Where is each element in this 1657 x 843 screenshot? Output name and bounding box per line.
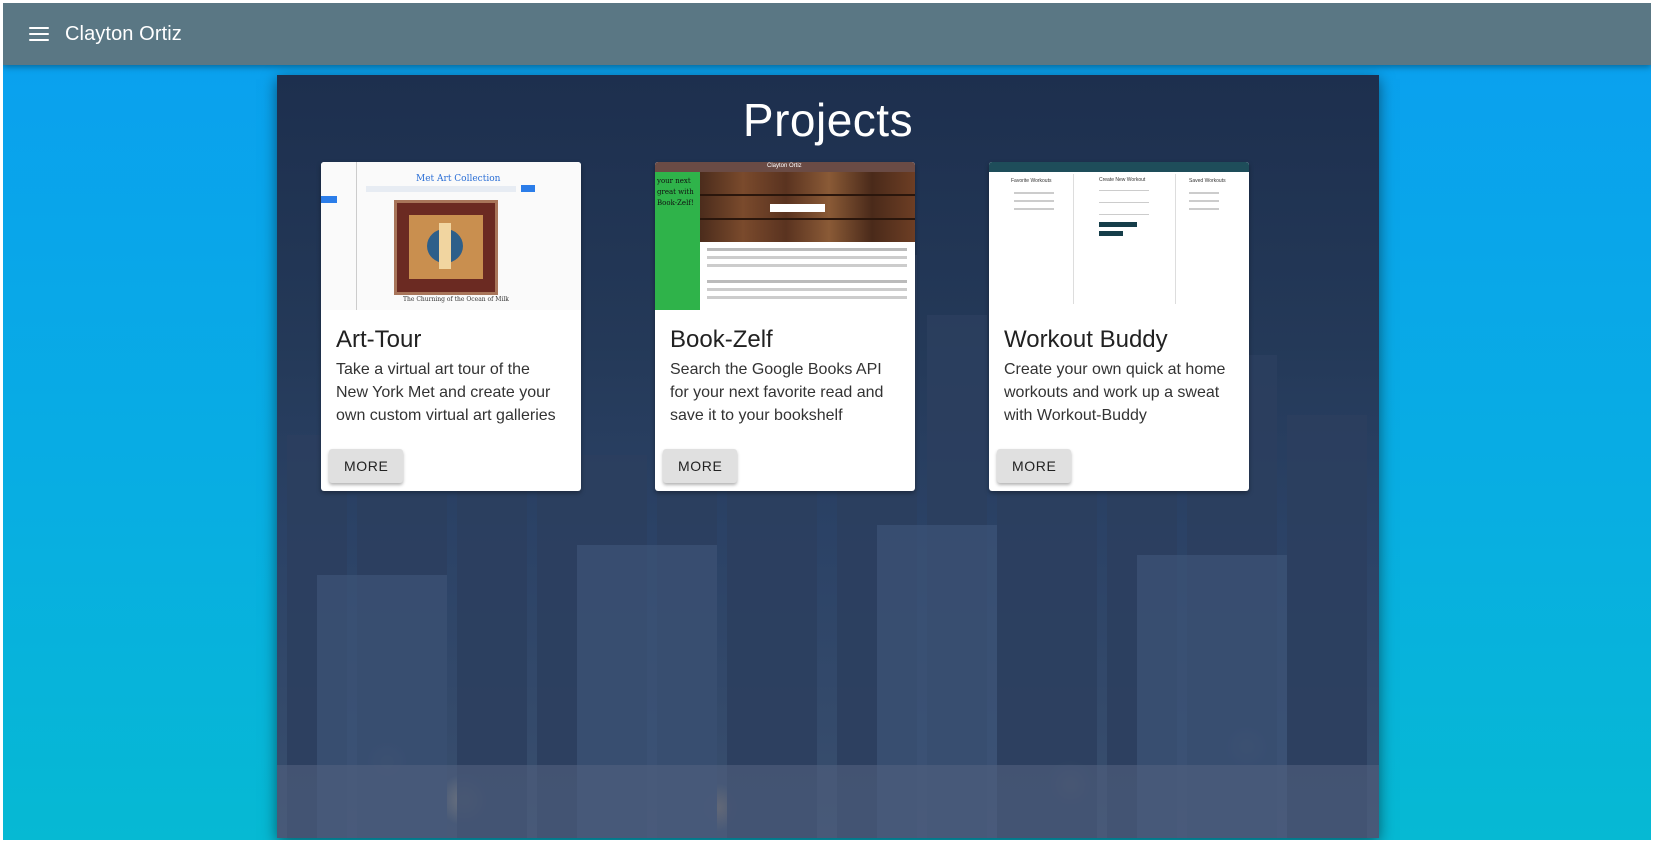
thumb-col3: Saved Workouts (1189, 178, 1226, 184)
menu-icon[interactable] (19, 14, 59, 54)
card-title: Workout Buddy (1004, 326, 1168, 353)
card-title: Book-Zelf (670, 326, 773, 353)
app-title: Clayton Ortiz (65, 22, 182, 45)
thumb-col2: Create New Workout (1099, 177, 1146, 183)
thumb-col1: Favorite Workouts (1011, 178, 1052, 184)
page-background: Clayton Ortiz Projects Met Art Collectio… (3, 3, 1651, 840)
card-description: Search the Google Books API for your nex… (670, 361, 884, 424)
book-zelf-screenshot: Clayton Ortiz your next great with Book-… (655, 162, 915, 310)
thumb-banner: your next great with Book-Zelf! (657, 177, 694, 207)
card-description: Take a virtual art tour of the New York … (336, 361, 556, 424)
projects-panel: Projects Met Art Collection The Churning… (277, 75, 1379, 838)
app-bar: Clayton Ortiz (3, 3, 1651, 65)
more-button-art-tour[interactable]: MORE (329, 449, 404, 483)
more-button-workout-buddy[interactable]: MORE (997, 449, 1072, 483)
art-tour-screenshot: Met Art Collection The Churning of the O… (321, 162, 581, 310)
workout-buddy-screenshot: Favorite Workouts Create New Workout Sav… (989, 162, 1249, 310)
card-description: Create your own quick at home workouts a… (1004, 361, 1226, 424)
project-card-workout-buddy: Favorite Workouts Create New Workout Sav… (989, 162, 1249, 491)
project-cards: Met Art Collection The Churning of the O… (277, 162, 1379, 492)
thumb-heading: Met Art Collection (416, 174, 501, 184)
card-title: Art-Tour (336, 326, 422, 353)
thumb-caption: The Churning of the Ocean of Milk (403, 296, 509, 303)
project-card-book-zelf: Clayton Ortiz your next great with Book-… (655, 162, 915, 491)
page-title: Projects (742, 94, 914, 146)
project-card-art-tour: Met Art Collection The Churning of the O… (321, 162, 581, 491)
more-button-book-zelf[interactable]: MORE (663, 449, 738, 483)
thumb-header: Clayton Ortiz (767, 163, 802, 169)
